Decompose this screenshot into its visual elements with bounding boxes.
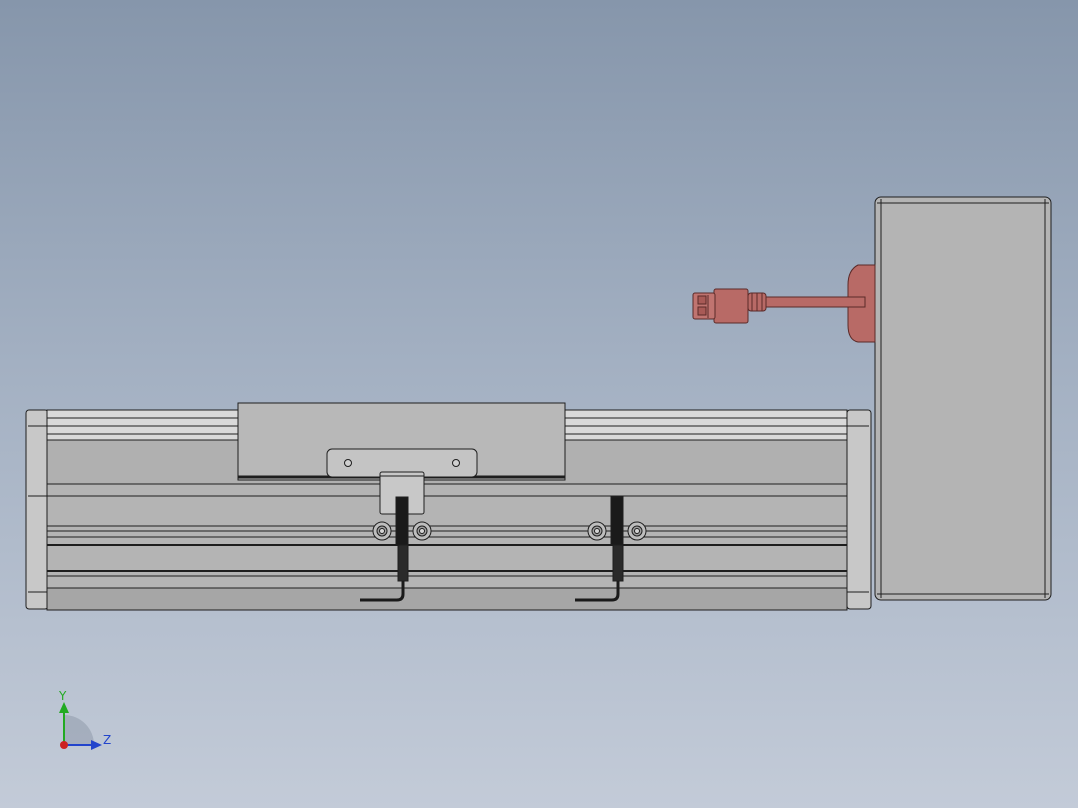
motor-connector[interactable]	[692, 264, 876, 343]
left-end-cap	[25, 409, 49, 610]
orientation-triad: Y Z	[58, 689, 111, 750]
connector-plug	[713, 288, 749, 324]
sensor-cable-sleeve-1	[397, 544, 409, 582]
bracket-hole-right	[452, 459, 460, 467]
motor-housing[interactable]	[874, 196, 1052, 601]
triad-arc	[64, 715, 94, 745]
y-axis-arrow	[59, 702, 69, 713]
x-axis-dot	[60, 741, 68, 749]
sensor-cable-sleeve-2	[612, 544, 624, 582]
y-axis-label: Y	[58, 689, 67, 703]
right-end-cap	[846, 409, 872, 610]
z-axis-label: Z	[103, 733, 111, 747]
bracket-hole-left	[344, 459, 352, 467]
z-axis-arrow	[91, 740, 102, 750]
sensor-body-1	[395, 496, 409, 546]
connector-shaft	[764, 296, 866, 308]
cad-viewport[interactable]: Y Z	[0, 0, 1078, 808]
bottom-strip	[46, 587, 848, 611]
sensor-body-2	[610, 496, 624, 546]
linear-actuator-model[interactable]	[25, 196, 1052, 611]
